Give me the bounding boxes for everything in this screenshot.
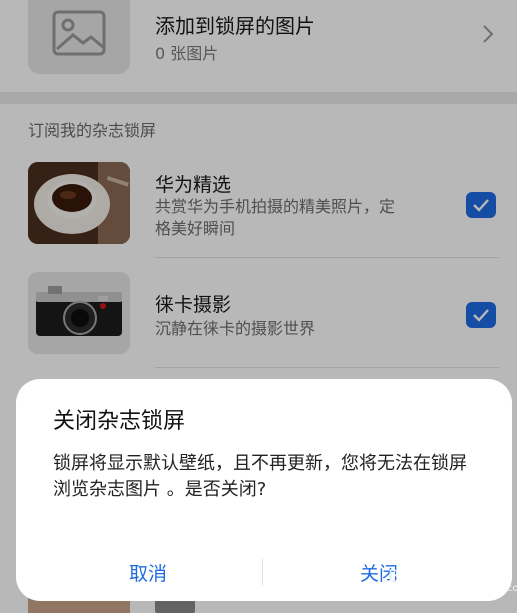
cancel-button[interactable]: 取消: [88, 559, 208, 586]
dialog-title: 关闭杂志锁屏: [53, 409, 186, 434]
watermark-url: jingyan.baidu.com: [436, 583, 517, 594]
dialog-message: 锁屏将显示默认壁纸，且不再更新，您将无法在锁屏浏览杂志图片 。是否关闭?: [53, 453, 467, 500]
button-divider: [262, 559, 263, 585]
